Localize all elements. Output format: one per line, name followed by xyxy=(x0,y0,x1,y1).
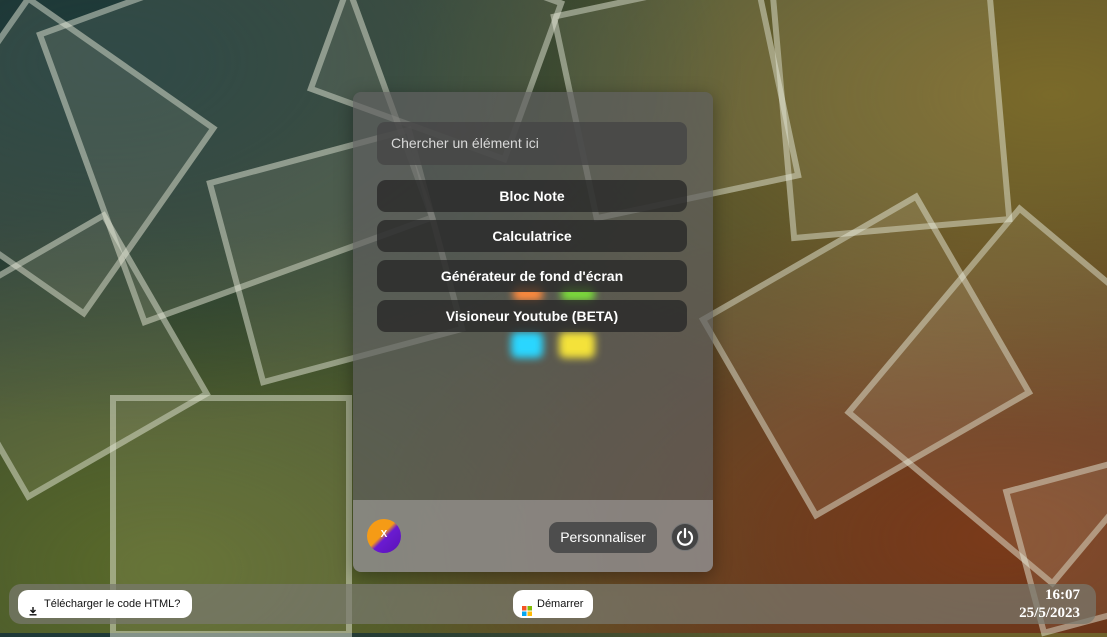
app-button-wallpaper-generator[interactable]: Générateur de fond d'écran xyxy=(377,260,687,292)
clock-date: 25/5/2023 xyxy=(1019,605,1080,621)
app-button-calculatrice[interactable]: Calculatrice xyxy=(377,220,687,252)
windows-logo-icon xyxy=(522,599,532,616)
download-icon xyxy=(28,599,38,627)
download-html-button[interactable]: Télécharger le code HTML? xyxy=(18,590,193,618)
start-menu-footer: X Personnaliser xyxy=(353,500,713,572)
clock-time: 16:07 xyxy=(1045,587,1080,603)
taskbar: Télécharger le code HTML? Démarrer 16:07… xyxy=(9,584,1096,624)
start-button[interactable]: Démarrer xyxy=(513,590,594,618)
search-input[interactable]: Chercher un élément ici xyxy=(377,122,687,165)
avatar-logo-mark: X xyxy=(380,529,388,540)
clock: 16:07 25/5/2023 xyxy=(1019,586,1080,622)
user-avatar-icon[interactable]: X xyxy=(367,519,401,553)
power-icon[interactable] xyxy=(671,523,699,551)
app-button-youtube-viewer[interactable]: Visioneur Youtube (BETA) xyxy=(377,300,687,332)
start-label: Démarrer xyxy=(537,598,584,610)
start-menu: Chercher un élément ici Bloc Note Calcul… xyxy=(353,92,713,572)
blur-deco-cyan xyxy=(511,332,543,358)
blur-deco-yellow xyxy=(559,332,595,358)
app-button-bloc-note[interactable]: Bloc Note xyxy=(377,180,687,212)
customize-button[interactable]: Personnaliser xyxy=(549,522,657,553)
download-label: Télécharger le code HTML? xyxy=(44,598,181,610)
